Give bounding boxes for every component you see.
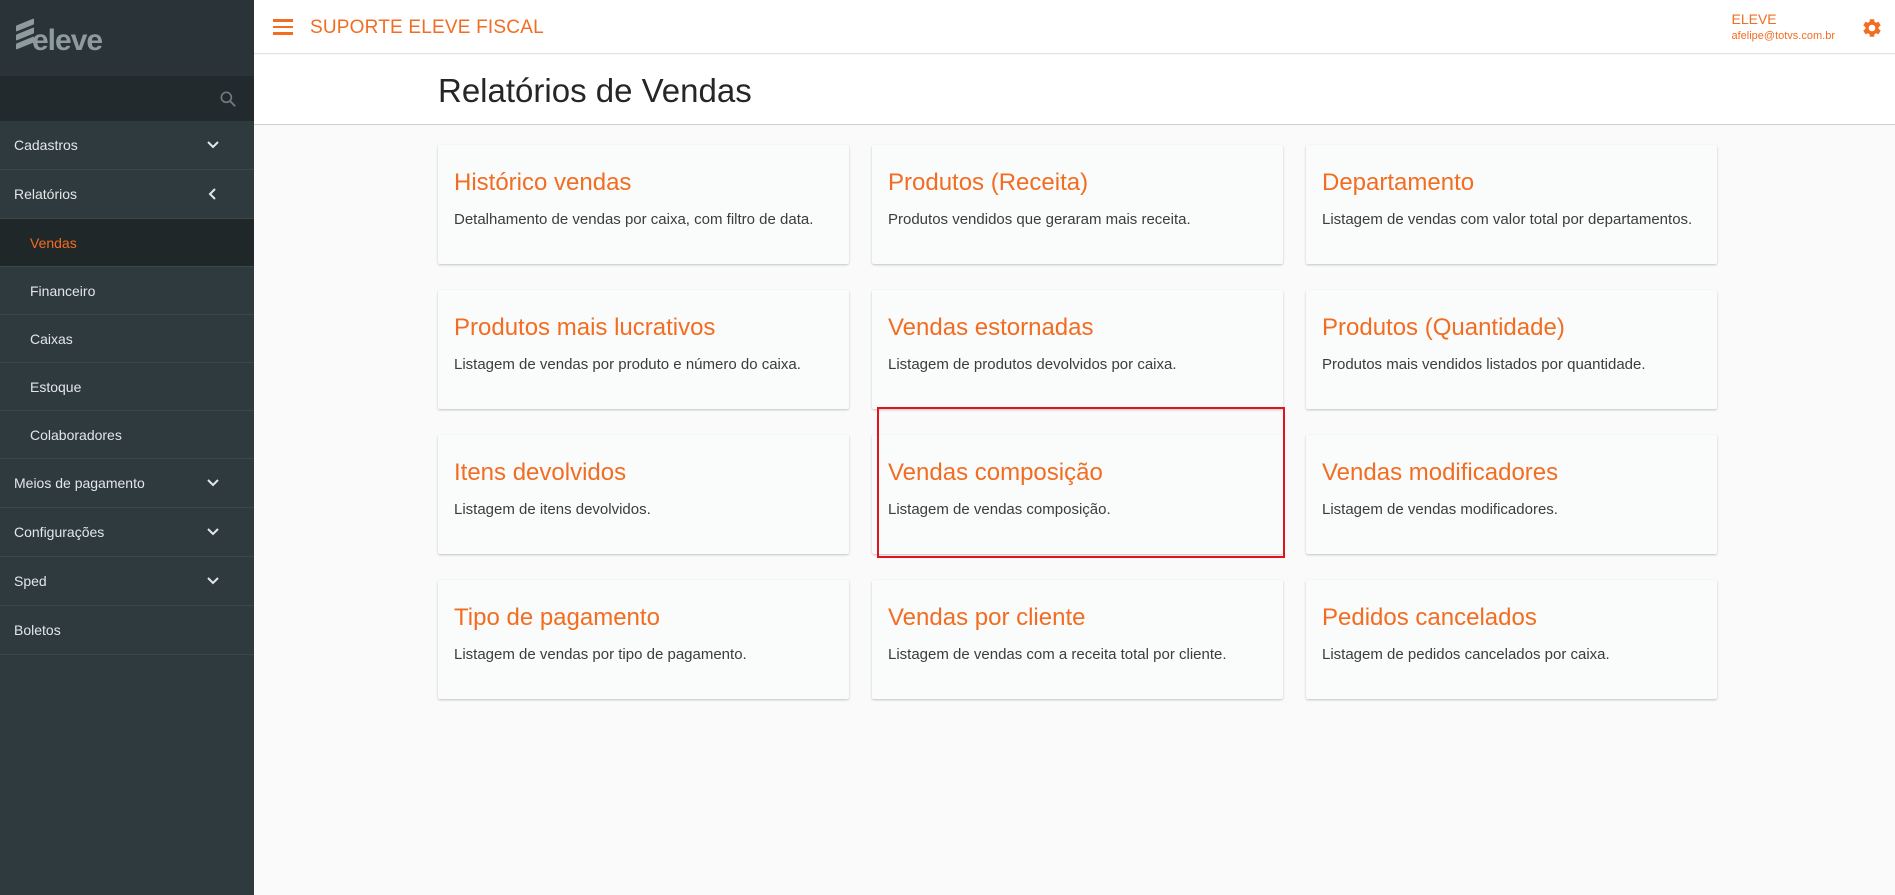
sidebar-item-cadastros[interactable]: Cadastros xyxy=(0,121,254,170)
card-description: Produtos mais vendidos listados por quan… xyxy=(1322,356,1646,373)
sidebar-item-label: Estoque xyxy=(30,378,82,395)
search-icon[interactable] xyxy=(218,89,238,109)
card-description: Detalhamento de vendas por caixa, com fi… xyxy=(454,211,814,228)
report-card-vendas-modificadores[interactable]: Vendas modificadores Listagem de vendas … xyxy=(1306,435,1717,554)
user-info[interactable]: ELEVE afelipe@totvs.com.br xyxy=(1732,11,1836,42)
top-header: SUPORTE ELEVE FISCAL ELEVE afelipe@totvs… xyxy=(254,0,1895,54)
report-card-produtos-mais-lucrativos[interactable]: Produtos mais lucrativos Listagem de ven… xyxy=(438,290,849,409)
card-title: Produtos (Receita) xyxy=(888,169,1089,196)
card-title: Pedidos cancelados xyxy=(1322,604,1537,631)
user-email: afelipe@totvs.com.br xyxy=(1731,30,1836,42)
sidebar: eleve Cadastros Relatórios Vendas Financ… xyxy=(0,0,254,895)
card-description: Listagem de pedidos cancelados por caixa… xyxy=(1322,646,1610,663)
chevron-down-icon xyxy=(207,577,219,585)
card-title: Vendas composição xyxy=(888,459,1103,486)
user-name: ELEVE xyxy=(1731,11,1777,27)
sidebar-item-label: Sped xyxy=(14,573,47,589)
card-description: Listagem de vendas por produto e número … xyxy=(454,356,801,373)
menu-icon[interactable] xyxy=(273,19,293,35)
sidebar-item-colaboradores[interactable]: Colaboradores xyxy=(0,411,254,459)
sidebar-item-boletos[interactable]: Boletos xyxy=(0,606,254,655)
card-description: Listagem de produtos devolvidos por caix… xyxy=(888,356,1177,373)
report-card-itens-devolvidos[interactable]: Itens devolvidos Listagem de itens devol… xyxy=(438,435,849,554)
report-card-vendas-estornadas[interactable]: Vendas estornadas Listagem de produtos d… xyxy=(872,290,1283,409)
eleve-logo-icon: eleve xyxy=(14,18,103,58)
report-card-vendas-composicao[interactable]: Vendas composição Listagem de vendas com… xyxy=(872,435,1283,554)
card-title: Produtos mais lucrativos xyxy=(454,314,716,341)
page-title: Relatórios de Vendas xyxy=(438,72,752,109)
card-title: Tipo de pagamento xyxy=(454,604,660,631)
card-title: Histórico vendas xyxy=(454,169,632,196)
card-description: Listagem de vendas com a receita total p… xyxy=(888,646,1227,663)
report-card-produtos-receita[interactable]: Produtos (Receita) Produtos vendidos que… xyxy=(872,145,1283,264)
logo[interactable]: eleve xyxy=(0,0,254,76)
sidebar-item-label: Colaboradores xyxy=(30,426,122,443)
gear-icon[interactable] xyxy=(1861,17,1883,39)
report-card-produtos-quantidade[interactable]: Produtos (Quantidade) Produtos mais vend… xyxy=(1306,290,1717,409)
report-card-historico-vendas[interactable]: Histórico vendas Detalhamento de vendas … xyxy=(438,145,849,264)
card-description: Listagem de vendas modificadores. xyxy=(1322,501,1558,518)
sidebar-item-label: Relatórios xyxy=(14,186,78,202)
logo-text: eleve xyxy=(32,24,103,57)
card-title: Itens devolvidos xyxy=(454,459,627,486)
sidebar-item-sped[interactable]: Sped xyxy=(0,557,254,606)
card-title: Vendas modificadores xyxy=(1322,459,1559,486)
sidebar-item-meios-de-pagamento[interactable]: Meios de pagamento xyxy=(0,459,254,508)
card-description: Produtos vendidos que geraram mais recei… xyxy=(888,211,1191,228)
sidebar-item-estoque[interactable]: Estoque xyxy=(0,363,254,411)
page-title-bar: Relatórios de Vendas xyxy=(254,55,1895,125)
app-title: SUPORTE ELEVE FISCAL xyxy=(310,17,544,38)
sidebar-item-label: Configurações xyxy=(14,524,105,540)
report-card-tipo-de-pagamento[interactable]: Tipo de pagamento Listagem de vendas por… xyxy=(438,580,849,699)
sidebar-item-configuracoes[interactable]: Configurações xyxy=(0,508,254,557)
sidebar-item-label: Vendas xyxy=(30,234,77,251)
card-title: Vendas estornadas xyxy=(888,314,1094,341)
card-description: Listagem de vendas composição. xyxy=(888,501,1111,518)
sidebar-search[interactable] xyxy=(0,76,254,121)
sidebar-item-vendas[interactable]: Vendas xyxy=(0,219,254,267)
card-description: Listagem de vendas com valor total por d… xyxy=(1322,211,1693,228)
sidebar-item-label: Cadastros xyxy=(14,137,78,153)
report-card-pedidos-cancelados[interactable]: Pedidos cancelados Listagem de pedidos c… xyxy=(1306,580,1717,699)
chevron-down-icon xyxy=(207,141,219,149)
card-title: Produtos (Quantidade) xyxy=(1322,314,1565,341)
card-description: Listagem de vendas por tipo de pagamento… xyxy=(454,646,747,663)
chevron-down-icon xyxy=(207,479,219,487)
report-card-departamento[interactable]: Departamento Listagem de vendas com valo… xyxy=(1306,145,1717,264)
sidebar-item-label: Boletos xyxy=(14,622,61,638)
chevron-left-icon xyxy=(208,188,216,200)
card-title: Vendas por cliente xyxy=(888,604,1086,631)
sidebar-item-relatorios[interactable]: Relatórios xyxy=(0,170,254,219)
sidebar-item-financeiro[interactable]: Financeiro xyxy=(0,267,254,315)
sidebar-item-caixas[interactable]: Caixas xyxy=(0,315,254,363)
sidebar-item-label: Meios de pagamento xyxy=(14,475,145,491)
card-description: Listagem de itens devolvidos. xyxy=(454,501,651,518)
report-card-grid: Histórico vendas Detalhamento de vendas … xyxy=(438,145,1717,699)
report-card-vendas-por-cliente[interactable]: Vendas por cliente Listagem de vendas co… xyxy=(872,580,1283,699)
card-title: Departamento xyxy=(1322,169,1475,196)
chevron-down-icon xyxy=(207,528,219,536)
sidebar-item-label: Caixas xyxy=(30,330,73,347)
sidebar-item-label: Financeiro xyxy=(30,282,96,299)
